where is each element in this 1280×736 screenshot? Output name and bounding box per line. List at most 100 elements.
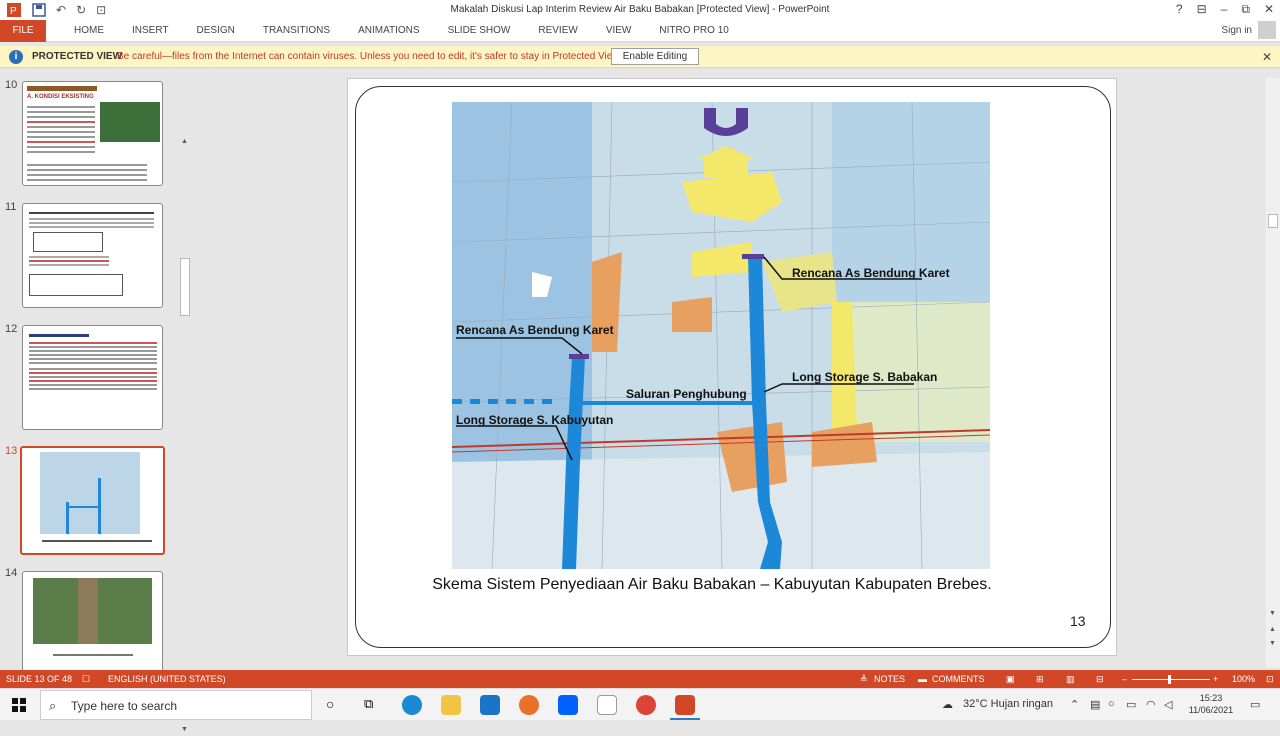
window-controls: ? ⊟ – ⧉ ✕ [1176, 2, 1274, 17]
slide-counter: SLIDE 13 OF 48 [6, 674, 73, 684]
tab-transitions[interactable]: TRANSITIONS [249, 20, 344, 42]
close-button[interactable]: ✕ [1264, 2, 1274, 17]
minimize-button[interactable]: – [1221, 2, 1228, 17]
thumbnail-title: A. KONDISI EKSISTING [27, 94, 94, 100]
normal-view-icon[interactable]: ▣ [1006, 674, 1015, 685]
ribbon-display-icon[interactable]: ⊟ [1197, 2, 1207, 17]
zoom-slider[interactable] [1132, 679, 1210, 680]
thumbnail-number: 11 [5, 201, 17, 213]
slide-show-icon[interactable]: ⊟ [1096, 674, 1104, 685]
tab-home[interactable]: HOME [60, 20, 118, 42]
slide-sorter-icon[interactable]: ⊞ [1036, 674, 1044, 685]
previous-slide-icon[interactable]: ▲ [1269, 626, 1276, 633]
thumbnail-number: 13 [5, 445, 18, 457]
edge-icon[interactable] [402, 695, 422, 715]
thumbnail-number: 12 [5, 323, 18, 335]
label-bendung-karet-left: Rencana As Bendung Karet [456, 323, 614, 337]
thumbnail-number: 10 [5, 79, 18, 91]
close-icon[interactable]: ✕ [1262, 50, 1272, 64]
powerpoint-taskbar-icon[interactable] [675, 695, 695, 715]
notes-button[interactable]: NOTES [874, 674, 905, 684]
help-icon[interactable]: ? [1176, 2, 1183, 17]
thumbnail-number: 14 [5, 567, 18, 579]
tab-nitro-pro[interactable]: NITRO PRO 10 [645, 20, 742, 42]
next-slide-icon[interactable]: ▼ [1269, 640, 1276, 647]
scroll-up-icon[interactable]: ▲ [181, 138, 188, 145]
sign-in-link[interactable]: Sign in [1221, 25, 1252, 36]
tab-review[interactable]: REVIEW [524, 20, 591, 42]
status-bar: SLIDE 13 OF 48 ☐ ENGLISH (UNITED STATES)… [0, 670, 1280, 688]
cortana-icon[interactable]: ○ [326, 696, 334, 712]
search-placeholder: Type here to search [71, 699, 178, 713]
zoom-level[interactable]: 100% [1232, 674, 1255, 684]
slide-scrollbar[interactable]: ▼ ▲ ▼ [1266, 78, 1280, 668]
enable-editing-button[interactable]: Enable Editing [611, 48, 699, 65]
fit-to-window-icon[interactable]: ⊡ [1266, 674, 1274, 685]
protected-view-bar: i PROTECTED VIEW Be careful—files from t… [0, 46, 1280, 68]
firefox-icon[interactable] [519, 695, 539, 715]
tab-slide-show[interactable]: SLIDE SHOW [434, 20, 525, 42]
windows-start-icon[interactable] [12, 698, 26, 712]
taskbar-search[interactable]: ⌕ Type here to search [40, 690, 312, 720]
scroll-down-icon[interactable]: ▼ [181, 726, 188, 733]
chrome-icon[interactable] [636, 695, 656, 715]
ribbon-tabs: HOME INSERT DESIGN TRANSITIONS ANIMATION… [60, 20, 743, 42]
volume-icon[interactable]: ◁ [1164, 698, 1172, 711]
restore-button[interactable]: ⧉ [1241, 2, 1250, 17]
window-title: Makalah Diskusi Lap Interim Review Air B… [450, 4, 830, 15]
clock-date: 11/06/2021 [1188, 705, 1234, 715]
protected-view-label: PROTECTED VIEW [32, 51, 123, 62]
slide-thumbnail-13[interactable] [20, 446, 165, 555]
show-hidden-icons-icon[interactable]: ⌃ [1070, 698, 1079, 711]
dropbox-icon[interactable] [558, 695, 578, 715]
comments-icon[interactable]: ▬ [918, 674, 927, 684]
zoom-out-icon[interactable]: – [1122, 674, 1127, 684]
label-saluran-penghubung: Saluran Penghubung [626, 387, 747, 401]
file-explorer-icon[interactable] [441, 695, 461, 715]
slide-caption: Skema Sistem Penyediaan Air Baku Babakan… [432, 576, 992, 593]
comments-button[interactable]: COMMENTS [932, 674, 985, 684]
weather-text[interactable]: 32°C Hujan ringan [963, 698, 1053, 710]
water-supply-scheme-map: Rencana As Bendung Karet Rencana As Bend… [452, 102, 990, 569]
slide-thumbnail-12[interactable] [22, 325, 163, 430]
notes-icon[interactable]: ≜ [860, 674, 868, 685]
title-bar: P ↶ ↻ ⊡ Makalah Diskusi Lap Interim Revi… [0, 0, 1280, 20]
weather-icon[interactable]: ☁ [942, 698, 953, 711]
office-icon[interactable]: ○ [1108, 698, 1115, 710]
slide-thumbnail-11[interactable] [22, 203, 163, 308]
avatar[interactable] [1258, 21, 1276, 39]
slide-thumbnail-14[interactable] [22, 571, 163, 676]
label-long-storage-babakan: Long Storage S. Babakan [792, 370, 937, 384]
task-view-icon[interactable]: ⧉ [364, 696, 373, 712]
zoom-in-icon[interactable]: + [1213, 674, 1218, 684]
scrollbar-thumb[interactable] [180, 258, 190, 316]
label-long-storage-kabuyutan: Long Storage S. Kabuyutan [456, 413, 613, 427]
slide-thumbnail-10[interactable]: A. KONDISI EKSISTING [22, 81, 163, 186]
tab-view[interactable]: VIEW [592, 20, 646, 42]
scrollbar-thumb[interactable] [1268, 214, 1278, 228]
tab-animations[interactable]: ANIMATIONS [344, 20, 433, 42]
reading-view-icon[interactable]: ▥ [1066, 674, 1075, 685]
info-icon: i [9, 50, 23, 64]
clock-time: 15:23 [1199, 693, 1223, 703]
slide-number: 13 [1070, 613, 1086, 629]
scroll-down-icon[interactable]: ▼ [1269, 610, 1276, 617]
file-tab[interactable]: FILE [0, 20, 46, 42]
slide-thumbnail-pane: 10 A. KONDISI EKSISTING 11 12 13 14 ▲ ▼ [0, 68, 194, 733]
tab-insert[interactable]: INSERT [118, 20, 183, 42]
wifi-icon[interactable]: ◠ [1146, 698, 1156, 711]
label-bendung-karet-right: Rencana As Bendung Karet [792, 266, 950, 280]
notification-icon[interactable]: ▭ [1250, 698, 1260, 711]
ribbon: FILE HOME INSERT DESIGN TRANSITIONS ANIM… [0, 20, 1280, 42]
battery-icon[interactable]: ▭ [1126, 698, 1136, 711]
language-indicator[interactable]: ENGLISH (UNITED STATES) [108, 674, 226, 684]
taskbar: ⌕ Type here to search ○ ⧉ ☁ 32°C Hujan r… [0, 688, 1280, 720]
amazon-icon[interactable] [597, 695, 617, 715]
meet-now-icon[interactable]: ▤ [1090, 698, 1100, 711]
spelling-icon[interactable]: ☐ [82, 674, 90, 685]
zoom-slider-handle[interactable] [1168, 675, 1171, 684]
tab-design[interactable]: DESIGN [183, 20, 249, 42]
mail-icon[interactable] [480, 695, 500, 715]
thumbnail-scrollbar[interactable]: ▲ ▼ [179, 138, 191, 736]
clock[interactable]: 15:23 11/06/2021 [1186, 692, 1236, 716]
